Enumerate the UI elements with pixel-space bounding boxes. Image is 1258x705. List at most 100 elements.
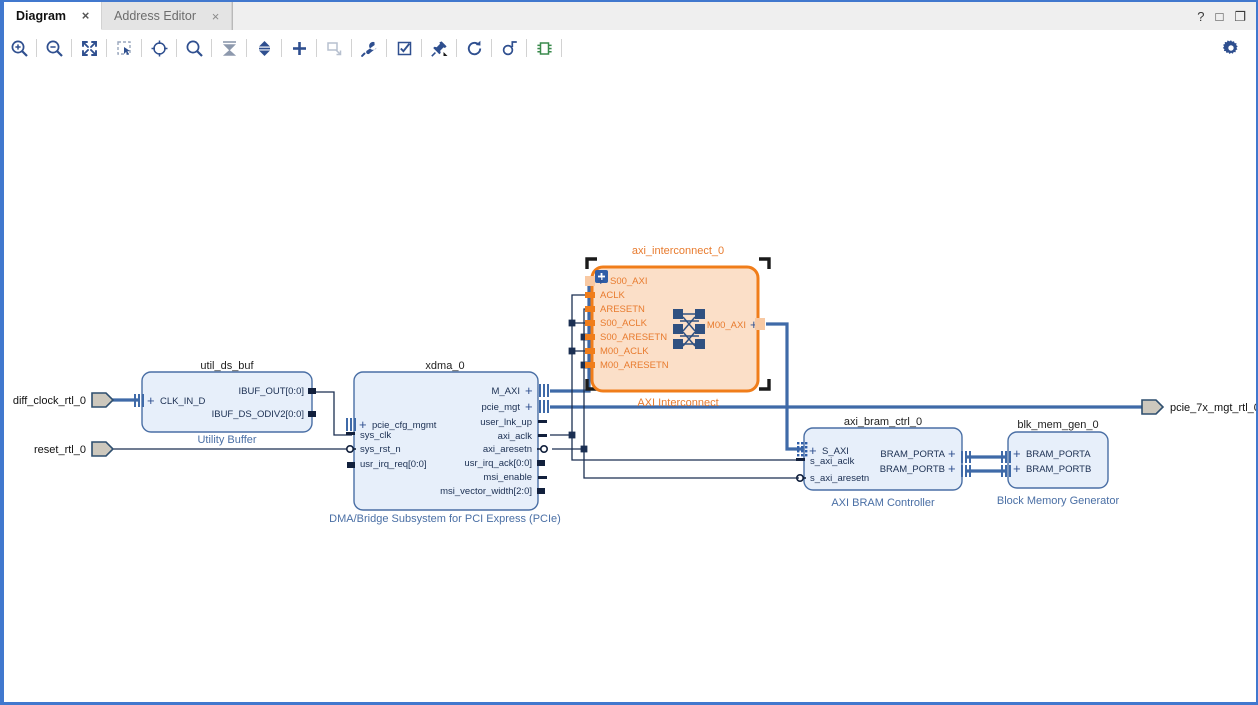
pin-stub-aclk [585, 292, 595, 298]
pin-label-clk-in-d: CLK_IN_D [160, 396, 206, 407]
block-blk-mem-gen-0-body[interactable] [1007, 431, 1109, 489]
pin-label-m-axi: M_AXI [491, 386, 520, 397]
pin-label-s00-axi: S00_AXI [610, 276, 648, 287]
expand-plus-icon[interactable]: + [1013, 461, 1021, 476]
pin-stub-m00-aresetn [585, 362, 595, 368]
pin-label-msi-vector-width: msi_vector_width[2:0] [440, 486, 532, 497]
expand-plus-icon[interactable]: + [147, 393, 155, 408]
run-block-automation-icon[interactable] [354, 33, 384, 63]
pin-label-msi-enable: msi_enable [483, 472, 532, 483]
add-ip-icon[interactable] [284, 33, 314, 63]
pin-label-m00-aresetn: M00_ARESETN [600, 360, 669, 371]
pin-label-m00-aclk: M00_ACLK [600, 346, 649, 357]
bus-connector-pcie-mgt [539, 400, 549, 413]
settings-gear-icon[interactable] [1216, 33, 1246, 63]
block-blk-mem-gen-0-subtitle: Block Memory Generator [997, 495, 1120, 507]
refresh-icon[interactable] [459, 33, 489, 63]
toolbar-separator [351, 39, 352, 57]
external-port-diff-clock[interactable]: diff_clock_rtl_0 [13, 392, 115, 408]
toolbar-separator [36, 39, 37, 57]
validate-design-icon[interactable] [389, 33, 419, 63]
pin-label-sys-clk: sys_clk [360, 430, 391, 441]
expand-all-icon[interactable] [249, 33, 279, 63]
pin-label-aresetn: ARESETN [600, 304, 645, 315]
toolbar-right-group [1216, 33, 1256, 63]
maximize-icon[interactable]: □ [1215, 10, 1223, 23]
window-controls: ? □ ❐ [1187, 2, 1256, 30]
optimize-routing-icon[interactable] [494, 33, 524, 63]
float-window-icon[interactable]: ❐ [1234, 10, 1246, 23]
pin-stub-ibuf-out [308, 388, 316, 394]
pin-stub-msi-enable [538, 476, 547, 479]
block-blk-mem-gen-0[interactable]: blk_mem_gen_0 + BRAM_PORTA + BRAM_PORTB … [997, 419, 1120, 507]
zoom-fit-icon[interactable] [74, 33, 104, 63]
toolbar-separator [421, 39, 422, 57]
tab-diagram[interactable]: Diagram × [4, 2, 103, 30]
toolbar-separator [71, 39, 72, 57]
pin-stub-s00-aclk [585, 320, 595, 326]
block-axi-interconnect-0[interactable]: axi_interconnect_0 + S00_AXI ACLK ARESET… [585, 245, 771, 409]
pin-label-bram-portb-in: BRAM_PORTB [1026, 464, 1091, 475]
pin-stub-msi-vector-width [537, 488, 545, 494]
block-xdma-0[interactable]: xdma_0 + pcie_cfg_mgmt sys_clk sys_rst_n… [329, 360, 561, 525]
tab-address-editor-close-icon[interactable]: × [210, 10, 221, 23]
expand-plus-icon[interactable]: + [525, 383, 533, 398]
tab-bar-filler [232, 2, 1188, 30]
block-xdma-0-title: xdma_0 [425, 360, 464, 372]
pin-label-bram-porta-out: BRAM_PORTA [880, 449, 945, 460]
block-axi-bram-ctrl-0[interactable]: axi_bram_ctrl_0 + S_AXI s_axi_aclk s_axi… [795, 416, 971, 509]
bus-connector-m-axi [539, 384, 549, 397]
tab-address-editor[interactable]: Address Editor × [102, 2, 233, 30]
pin-label-axi-aresetn: axi_aresetn [483, 444, 532, 455]
search-icon[interactable] [179, 33, 209, 63]
block-xdma-0-subtitle: DMA/Bridge Subsystem for PCI Express (PC… [329, 513, 561, 525]
pin-label-s00-aclk: S00_ACLK [600, 318, 648, 329]
external-port-reset[interactable]: reset_rtl_0 [34, 441, 115, 457]
pin-label-user-lnk-up: user_lnk_up [480, 417, 532, 428]
block-util-ds-buf[interactable]: util_ds_buf + CLK_IN_D IBUF_OUT[0:0] IBU… [134, 360, 316, 446]
block-diagram-svg: diff_clock_rtl_0 reset_rtl_0 pcie_7x_mgt… [13, 245, 1256, 525]
pin-label-axi-aclk: axi_aclk [498, 431, 533, 442]
expand-plus-icon[interactable]: + [597, 273, 605, 288]
tab-diagram-close-icon[interactable]: × [80, 9, 91, 22]
pin-stub-aresetn [585, 306, 595, 312]
pin-stub-axi-aclk [538, 434, 547, 437]
toolbar-separator [246, 39, 247, 57]
block-blk-mem-gen-0-title: blk_mem_gen_0 [1017, 419, 1098, 431]
port-arrow-shape [91, 441, 115, 457]
junction-dot [568, 431, 576, 439]
expand-plus-icon[interactable]: + [525, 399, 533, 414]
expand-plus-icon[interactable]: + [948, 446, 956, 461]
port-arrow-shape [91, 392, 115, 408]
zoom-area-icon[interactable] [109, 33, 139, 63]
pin-icon[interactable] [424, 33, 454, 63]
net-axi-aclk-to-bram-aclk[interactable] [571, 435, 801, 461]
pin-stub-sys-rst-n [345, 444, 354, 453]
block-util-ds-buf-title: util_ds_buf [200, 360, 254, 372]
bram-bus-wires [966, 455, 1006, 473]
block-design-canvas[interactable]: diff_clock_rtl_0 reset_rtl_0 pcie_7x_mgt… [4, 66, 1256, 702]
toolbar-separator [526, 39, 527, 57]
collapse-all-icon[interactable] [214, 33, 244, 63]
zoom-out-icon[interactable] [39, 33, 69, 63]
external-port-label: reset_rtl_0 [34, 444, 86, 456]
pin-stub-sys-clk [346, 432, 355, 435]
block-axi-interconnect-0-title: axi_interconnect_0 [632, 245, 724, 257]
junction-dot [580, 445, 588, 453]
pin-stub-ibuf-ds-odiv2 [308, 411, 316, 417]
tab-address-editor-label: Address Editor [114, 9, 197, 23]
external-port-pcie-mgt[interactable]: pcie_7x_mgt_rtl_0 [1141, 399, 1256, 415]
expand-plus-icon[interactable]: + [948, 461, 956, 476]
hierarchy-icon[interactable] [529, 33, 559, 63]
net-axi-aresetn-to-bram-aresetn[interactable] [583, 449, 799, 479]
pin-label-usr-irq-req: usr_irq_req[0:0] [360, 459, 427, 470]
junction-dot [568, 319, 576, 327]
help-icon[interactable]: ? [1197, 10, 1204, 23]
fit-selection-icon[interactable] [144, 33, 174, 63]
net-m00-axi-to-s-axi[interactable] [766, 322, 804, 451]
toolbar-separator [176, 39, 177, 57]
expand-plus-icon[interactable]: + [1013, 446, 1021, 461]
pin-label-sys-rst-n: sys_rst_n [360, 444, 401, 455]
add-module-icon[interactable] [319, 33, 349, 63]
zoom-in-icon[interactable] [4, 33, 34, 63]
